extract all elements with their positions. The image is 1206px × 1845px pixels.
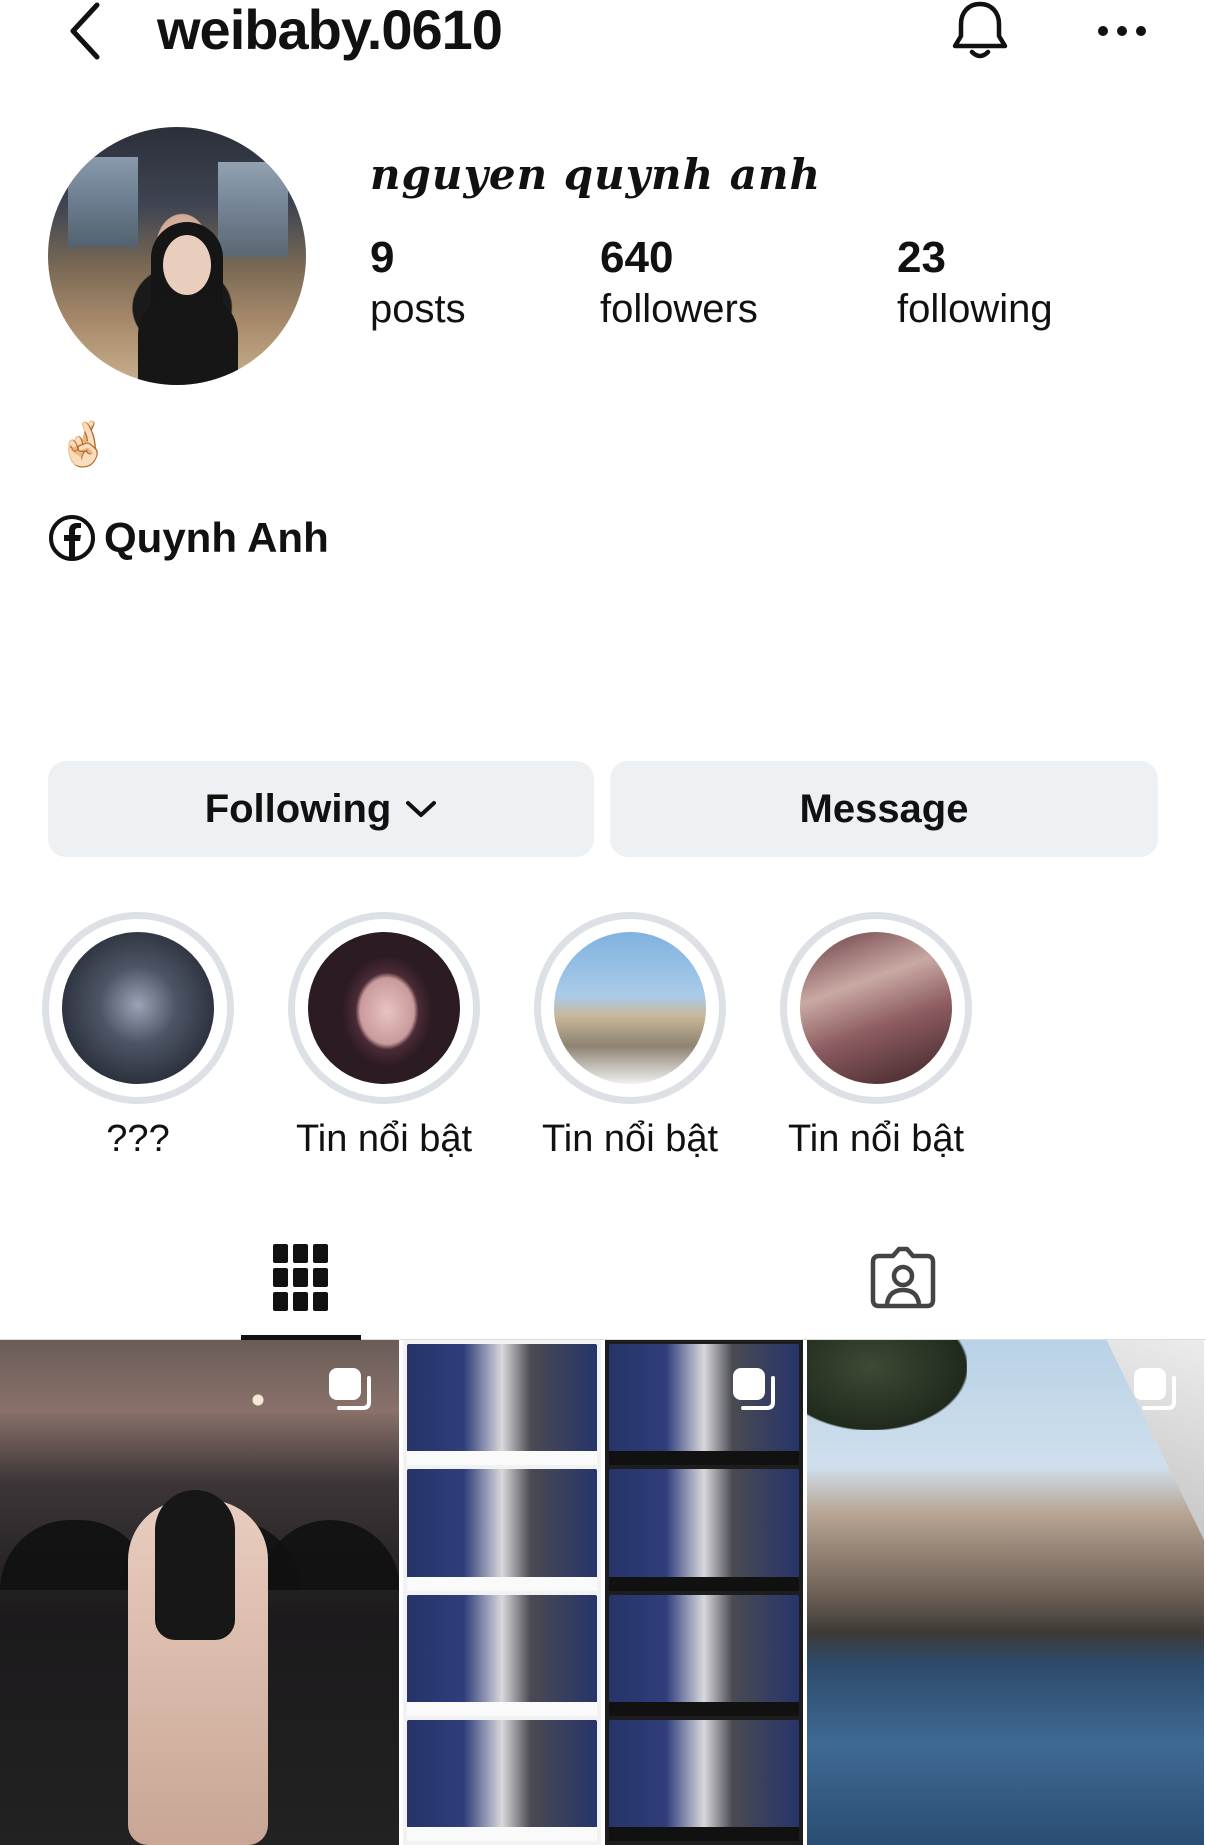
- tagged-person-icon: [870, 1246, 936, 1308]
- post-thumbnail[interactable]: [807, 1340, 1204, 1845]
- highlight-label: ???: [106, 1118, 170, 1160]
- highlight-label: Tin nổi bật: [787, 1118, 965, 1160]
- story-highlight[interactable]: Tin nổi bật: [286, 912, 482, 1162]
- message-button-label: Message: [799, 786, 969, 831]
- carousel-icon: [1134, 1368, 1176, 1410]
- highlight-label: Tin nổi bật: [295, 1118, 473, 1160]
- profile-display-name: nguyen quynh anh: [370, 150, 822, 199]
- following-count-label: following: [897, 287, 1053, 331]
- back-button[interactable]: [60, 0, 110, 62]
- facebook-icon: [48, 514, 96, 562]
- highlight-ring: [288, 912, 480, 1104]
- following-button-label: Following: [204, 786, 392, 831]
- following-count[interactable]: 23 following: [897, 232, 1053, 334]
- highlight-ring: [42, 912, 234, 1104]
- followers-count[interactable]: 640 followers: [600, 232, 758, 334]
- highlight-cover: [800, 932, 952, 1084]
- posts-count-label: posts: [370, 287, 466, 331]
- post-thumbnail[interactable]: [403, 1340, 601, 1845]
- post-thumbnail[interactable]: [0, 1340, 399, 1845]
- more-options-button[interactable]: [1090, 0, 1154, 62]
- post-thumbnail[interactable]: [605, 1340, 803, 1845]
- notifications-button[interactable]: [945, 0, 1015, 62]
- carousel-icon: [329, 1368, 371, 1410]
- chevron-left-icon: [70, 2, 100, 60]
- followers-count-label: followers: [600, 287, 758, 331]
- highlight-ring: [780, 912, 972, 1104]
- story-highlight[interactable]: Tin nổi bật: [532, 912, 728, 1162]
- highlight-cover: [308, 932, 460, 1084]
- chevron-down-icon: [406, 801, 437, 817]
- profile-username: weibaby.0610: [157, 0, 503, 61]
- carousel-icon: [733, 1368, 775, 1410]
- story-highlight[interactable]: Tin nổi bật: [778, 912, 974, 1162]
- more-horizontal-icon: [1098, 26, 1146, 36]
- posts-count[interactable]: 9 posts: [370, 232, 466, 334]
- facebook-link-label: Quynh Anh: [104, 514, 329, 561]
- highlight-label: Tin nổi bật: [541, 1118, 719, 1160]
- story-highlight[interactable]: ???: [40, 912, 236, 1162]
- posts-grid: [0, 1340, 1206, 1845]
- profile-avatar[interactable]: [48, 127, 306, 385]
- bio-text: 🤞🏻: [56, 420, 111, 469]
- followers-count-value: 640: [600, 233, 674, 282]
- highlight-cover: [62, 932, 214, 1084]
- posts-count-value: 9: [370, 233, 395, 282]
- tab-posts-grid[interactable]: [241, 1215, 361, 1340]
- highlight-cover: [554, 932, 706, 1084]
- following-button[interactable]: Following: [48, 761, 594, 857]
- message-button[interactable]: Message: [610, 761, 1158, 857]
- bell-icon: [952, 1, 1008, 59]
- facebook-link[interactable]: Quynh Anh: [48, 510, 329, 566]
- following-count-value: 23: [897, 233, 946, 282]
- highlight-ring: [534, 912, 726, 1104]
- tab-tagged[interactable]: [843, 1215, 963, 1340]
- top-bar: weibaby.0610: [0, 0, 1206, 70]
- grid-icon: [273, 1243, 328, 1311]
- profile-tabs: [0, 1215, 1206, 1340]
